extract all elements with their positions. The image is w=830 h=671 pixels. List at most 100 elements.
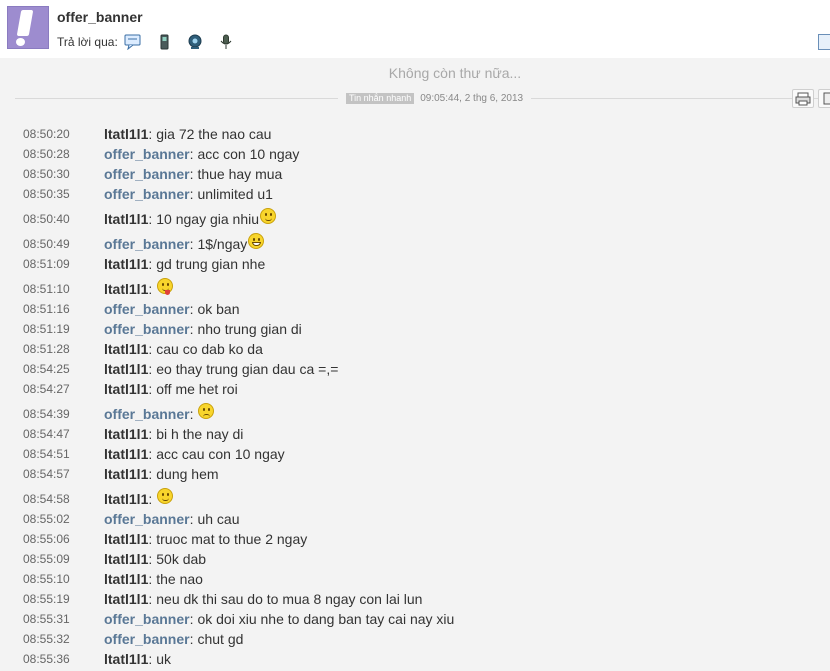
message-time: 08:51:10 [23, 282, 70, 296]
message-row: 08:55:19 ltatl1l1: neu dk thi sau do to mu… [0, 589, 830, 609]
message-text: neu dk thi sau do to mua 8 ngay con lai … [156, 591, 423, 607]
message-sender[interactable]: offer_banner [104, 511, 190, 527]
message-content: offer_banner: ok doi xiu nhe to dang ban … [104, 611, 454, 629]
message-content: offer_banner: unlimited u1 [104, 186, 273, 204]
print-icon[interactable] [818, 34, 830, 50]
message-content: ltatl1l1: bi h the nay di [104, 426, 243, 444]
save-icon [823, 92, 830, 105]
message-text: gd trung gian nhe [156, 256, 266, 272]
avatar[interactable] [7, 6, 49, 49]
video-call-icon[interactable] [186, 34, 204, 50]
message-text: thue hay mua [197, 166, 283, 182]
conversation-pane: Không còn thư nữa... Tin nhắn nhanh 09:0… [0, 58, 830, 671]
message-text: acc con 10 ngay [197, 146, 300, 162]
message-list: 08:50:20 ltatl1l1: gia 72 the nao cau 08:50… [0, 124, 830, 669]
message-row: 08:51:16 offer_banner: ok ban [0, 299, 830, 319]
message-row: 08:55:09 ltatl1l1:50k dab [0, 549, 830, 569]
message-time: 08:50:30 [23, 167, 70, 181]
message-content: ltatl1l1: dung hem [104, 466, 219, 484]
message-row: 08:54:27 ltatl1l1: off me het roi [0, 379, 830, 399]
message-sender[interactable]: offer_banner [104, 186, 190, 202]
message-text: chut gd [197, 631, 244, 647]
message-text: eo thay trung gian dau ca =,= [156, 361, 339, 377]
sender-separator: : [189, 611, 194, 627]
message-time: 08:55:02 [23, 512, 70, 526]
save-button[interactable] [818, 89, 830, 108]
message-sender[interactable]: ltatl1l1 [104, 341, 148, 357]
grin-emoticon-icon [248, 233, 265, 249]
sender-separator: : [189, 321, 194, 337]
message-row: 08:55:31 offer_banner: ok doi xiu nhe to d… [0, 609, 830, 629]
message-text: 10 ngay gia nhiu [156, 211, 260, 227]
sender-separator: : [148, 531, 153, 547]
sender-separator: : [148, 281, 153, 297]
message-time: 08:54:27 [23, 382, 70, 396]
message-sender[interactable]: ltatl1l1 [104, 591, 148, 607]
message-sender[interactable]: ltatl1l1 [104, 651, 148, 667]
message-sender[interactable]: ltatl1l1 [104, 551, 148, 567]
message-content: ltatl1l1: the nao [104, 571, 203, 589]
message-content: offer_banner: uh cau [104, 511, 240, 529]
message-content: ltatl1l1: gia 72 the nao cau [104, 126, 271, 144]
sender-separator: : [148, 551, 153, 567]
message-content: ltatl1l1: uk [104, 651, 171, 669]
contact-name[interactable]: offer_banner [57, 9, 143, 25]
message-sender[interactable]: offer_banner [104, 631, 190, 647]
emoticon-mouth [203, 414, 211, 417]
message-sender[interactable]: offer_banner [104, 301, 190, 317]
smile-emoticon-icon [260, 208, 277, 224]
message-sender[interactable]: offer_banner [104, 611, 190, 627]
message-sender[interactable]: ltatl1l1 [104, 426, 148, 442]
message-sender[interactable]: offer_banner [104, 166, 190, 182]
message-text: 1$/ngay [197, 236, 248, 252]
message-time: 08:50:40 [23, 212, 70, 226]
message-text: nho trung gian di [197, 321, 302, 337]
message-sender[interactable]: ltatl1l1 [104, 446, 148, 462]
message-row: 08:50:28 offer_banner: acc con 10 ngay [0, 144, 830, 164]
sender-separator: : [148, 211, 153, 227]
mobile-icon[interactable] [155, 34, 173, 50]
emoticon-mouth [265, 218, 273, 221]
message-sender[interactable]: ltatl1l1 [104, 466, 148, 482]
message-sender[interactable]: ltatl1l1 [104, 381, 148, 397]
sender-separator: : [148, 256, 153, 272]
message-time: 08:55:10 [23, 572, 70, 586]
frown-emoticon-icon [198, 403, 215, 419]
voice-icon[interactable] [217, 34, 235, 50]
sender-separator: : [189, 186, 194, 202]
message-sender[interactable]: ltatl1l1 [104, 491, 148, 507]
sender-separator: : [148, 491, 153, 507]
message-text: dung hem [156, 466, 219, 482]
message-time: 08:50:35 [23, 187, 70, 201]
sender-separator: : [189, 166, 194, 182]
message-text: cau co dab ko da [156, 341, 263, 357]
message-sender[interactable]: offer_banner [104, 146, 190, 162]
message-sender[interactable]: ltatl1l1 [104, 571, 148, 587]
message-sender[interactable]: ltatl1l1 [104, 126, 148, 142]
message-sender[interactable]: ltatl1l1 [104, 281, 148, 297]
message-time: 08:55:36 [23, 652, 70, 666]
message-sender[interactable]: ltatl1l1 [104, 531, 148, 547]
conversation-header: offer_banner Trả lời qua: [0, 0, 830, 58]
message-row: 08:50:49 offer_banner:1$/ngay [0, 229, 830, 254]
message-sender[interactable]: offer_banner [104, 406, 190, 422]
sender-separator: : [148, 651, 153, 667]
sender-separator: : [148, 381, 153, 397]
message-sender[interactable]: offer_banner [104, 321, 190, 337]
message-sender[interactable]: ltatl1l1 [104, 256, 148, 272]
message-time: 08:51:09 [23, 257, 70, 271]
sender-separator: : [148, 361, 153, 377]
message-text: truoc mat to thue 2 ngay [156, 531, 308, 547]
message-time: 08:51:19 [23, 322, 70, 336]
message-content: offer_banner: nho trung gian di [104, 321, 302, 339]
message-time: 08:54:51 [23, 447, 70, 461]
sender-separator: : [189, 236, 194, 252]
message-content: ltatl1l1: gd trung gian nhe [104, 256, 265, 274]
message-sender[interactable]: ltatl1l1 [104, 361, 148, 377]
message-sender[interactable]: ltatl1l1 [104, 211, 148, 227]
exclamation-icon [16, 10, 34, 36]
exclamation-dot [16, 38, 25, 46]
im-icon[interactable] [124, 34, 142, 51]
print-button[interactable] [792, 89, 814, 108]
message-sender[interactable]: offer_banner [104, 236, 190, 252]
